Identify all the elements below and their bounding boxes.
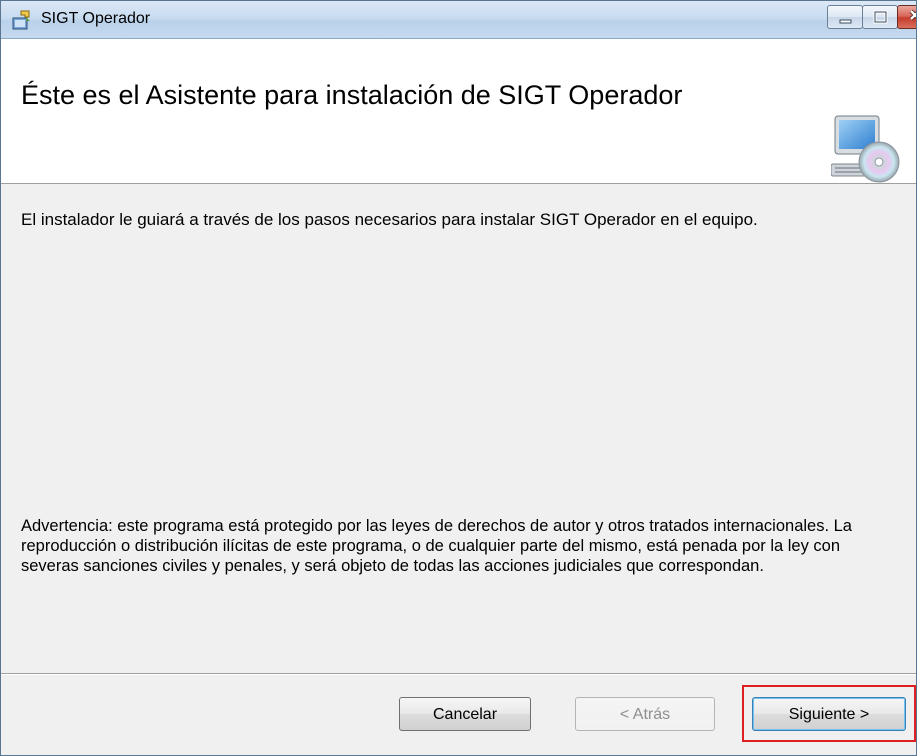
close-button[interactable] <box>897 5 916 29</box>
page-title: Éste es el Asistente para instalación de… <box>21 80 683 110</box>
footer-separator <box>1 673 916 675</box>
close-icon <box>909 9 916 21</box>
intro-text: El instalador le guiará a través de los … <box>21 210 758 229</box>
wizard-header: Éste es el Asistente para instalación de… <box>1 39 916 184</box>
minimize-icon <box>839 19 852 24</box>
window-title: SIGT Operador <box>41 10 151 27</box>
back-button[interactable]: < Atrás <box>575 697 715 731</box>
next-button-highlight <box>742 685 916 742</box>
installer-icon <box>11 9 33 31</box>
minimize-button[interactable] <box>827 5 863 29</box>
maximize-button[interactable] <box>862 5 898 29</box>
copyright-warning: Advertencia: este programa está protegid… <box>21 517 852 575</box>
installer-window: SIGT Operador Éste es el Asistente para … <box>0 0 917 756</box>
cancel-button[interactable]: Cancelar <box>399 697 531 731</box>
maximize-icon <box>873 10 888 24</box>
computer-cd-icon <box>830 114 901 189</box>
title-bar[interactable]: SIGT Operador <box>1 1 916 39</box>
